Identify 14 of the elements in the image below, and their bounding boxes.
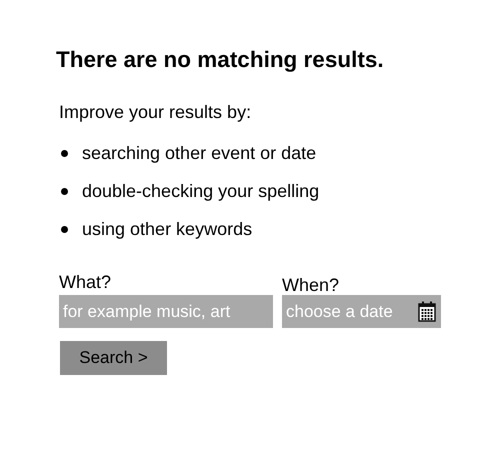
- intro-text: Improve your results by:: [59, 102, 252, 123]
- date-field[interactable]: choose a date: [282, 295, 441, 328]
- what-field[interactable]: for example music, art: [59, 295, 273, 328]
- search-button[interactable]: Search >: [60, 341, 167, 375]
- what-label: What?: [59, 272, 112, 292]
- calendar-icon: [418, 301, 436, 322]
- when-label: When?: [282, 275, 340, 295]
- no-results-heading: There are no matching results.: [56, 47, 385, 73]
- bullet-icon: [61, 188, 68, 195]
- bullet-icon: [61, 226, 68, 233]
- tip-text: using other keywords: [82, 219, 252, 240]
- tip-text: double-checking your spelling: [82, 181, 320, 202]
- tip-text: searching other event or date: [82, 143, 316, 164]
- bullet-icon: [61, 150, 68, 157]
